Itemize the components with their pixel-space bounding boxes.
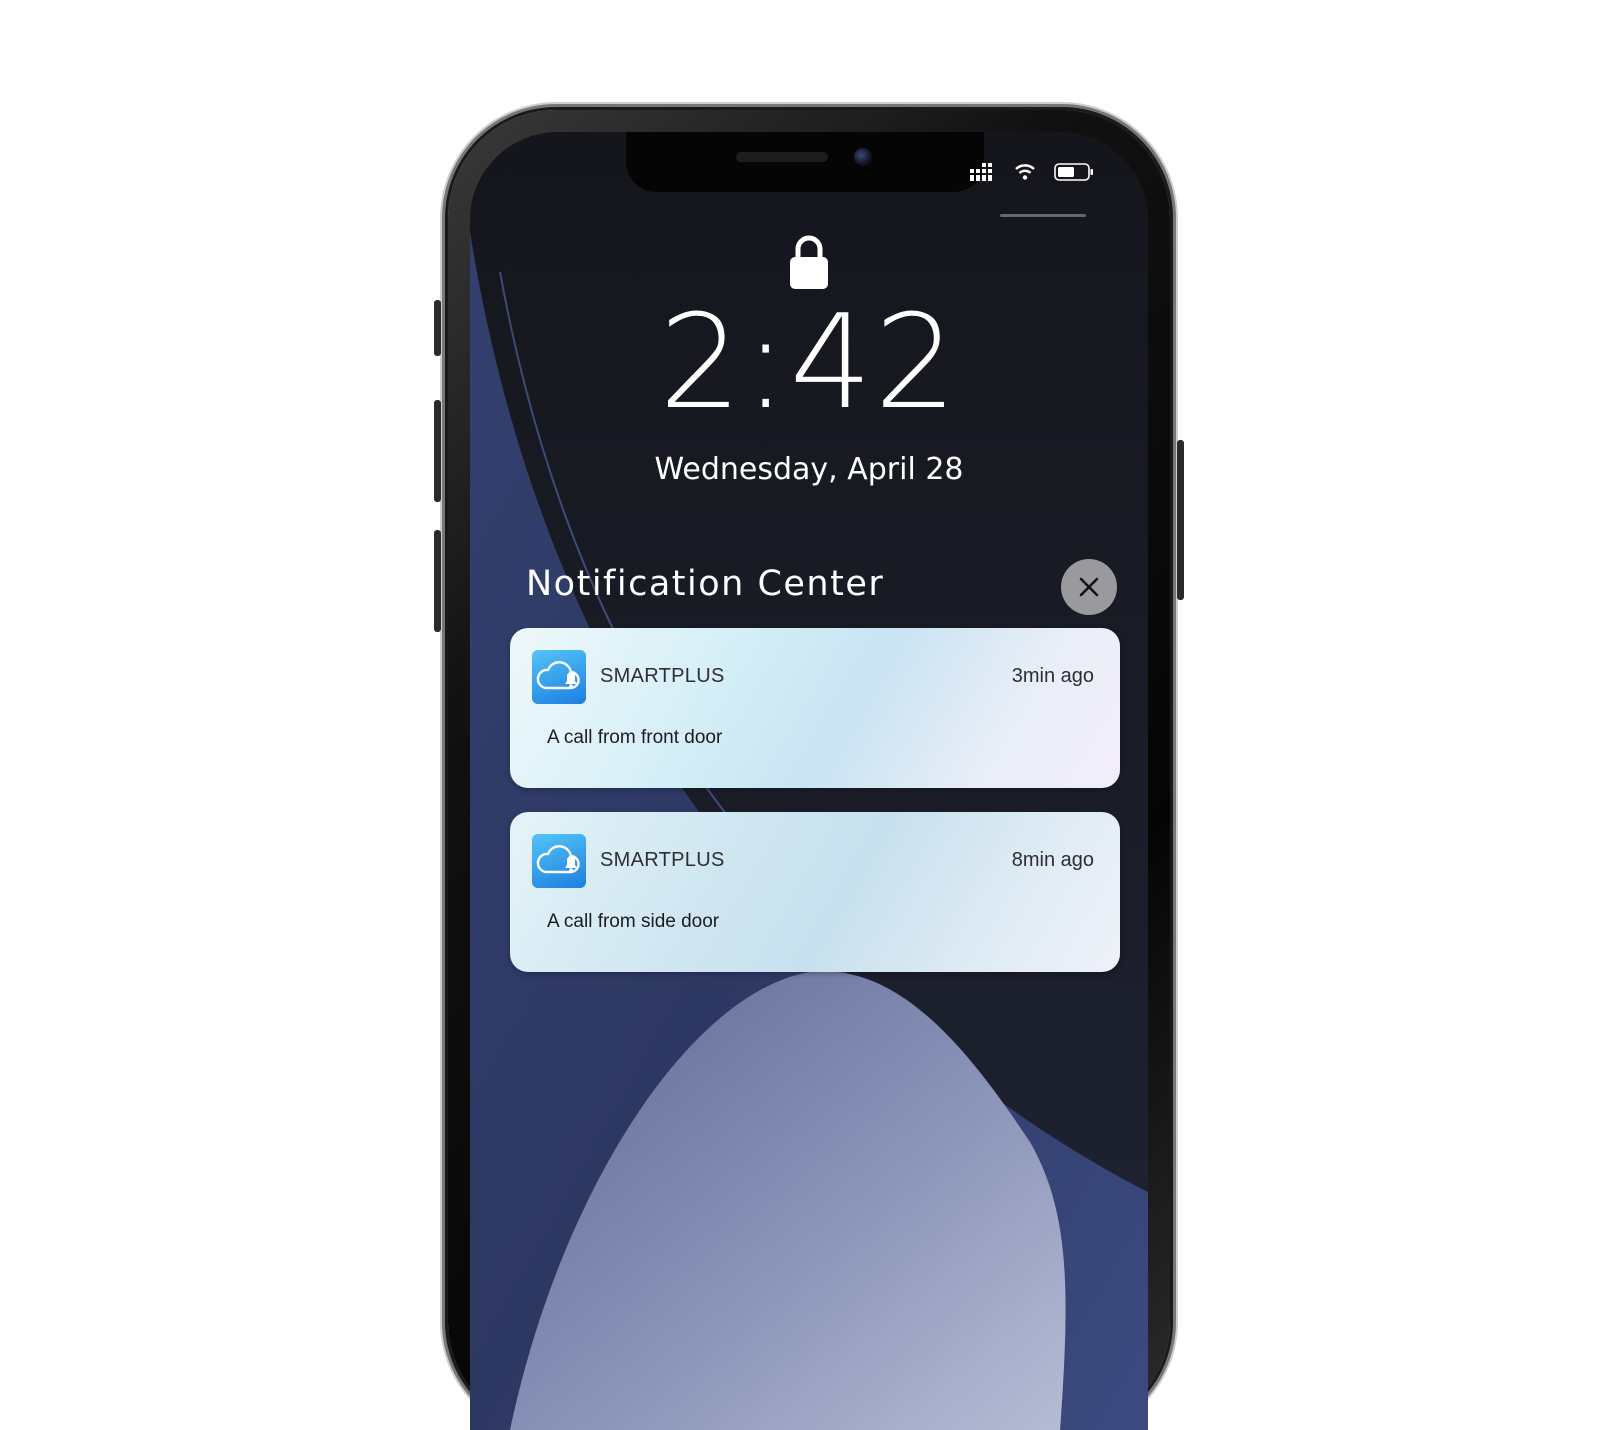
notch	[626, 132, 984, 192]
smartplus-app-icon	[532, 834, 586, 888]
silent-switch	[434, 300, 441, 356]
lock-icon	[790, 235, 828, 289]
notification-card[interactable]: SMARTPLUS 3min ago A call from front doo…	[510, 628, 1120, 788]
lock-date: Wednesday, April 28	[654, 452, 964, 487]
front-camera	[854, 148, 872, 166]
lock-time: 2:42	[659, 286, 959, 438]
notification-time: 8min ago	[1011, 849, 1094, 871]
notification-message: A call from side door	[547, 911, 720, 932]
notification-center-title: Notification Center	[526, 564, 885, 604]
smartplus-app-icon	[532, 650, 586, 704]
speaker-grille	[736, 152, 828, 162]
wifi-icon	[1015, 164, 1035, 180]
notification-app-name: SMARTPLUS	[600, 665, 725, 687]
notification-app-name: SMARTPLUS	[600, 849, 725, 871]
notification-card[interactable]: SMARTPLUS 8min ago A call from side door	[510, 812, 1120, 972]
volume-up-button	[434, 400, 441, 502]
battery-icon	[1054, 163, 1093, 181]
status-underline	[1000, 214, 1086, 217]
notification-close-button[interactable]	[1061, 559, 1117, 615]
status-bar	[970, 162, 1094, 182]
power-button	[1177, 440, 1184, 600]
cloud-bell-icon	[536, 845, 580, 874]
notification-time: 3min ago	[1011, 665, 1094, 687]
phone-frame: 2:42 Wednesday, April 28 Notification Ce…	[434, 110, 1184, 1430]
notification-message: A call from front door	[547, 727, 723, 748]
lock-screen: 2:42 Wednesday, April 28 Notification Ce…	[470, 132, 1148, 1430]
cellular-signal-icon	[970, 163, 992, 181]
volume-down-button	[434, 530, 441, 632]
cloud-bell-icon	[536, 661, 580, 690]
close-icon	[1079, 577, 1099, 597]
